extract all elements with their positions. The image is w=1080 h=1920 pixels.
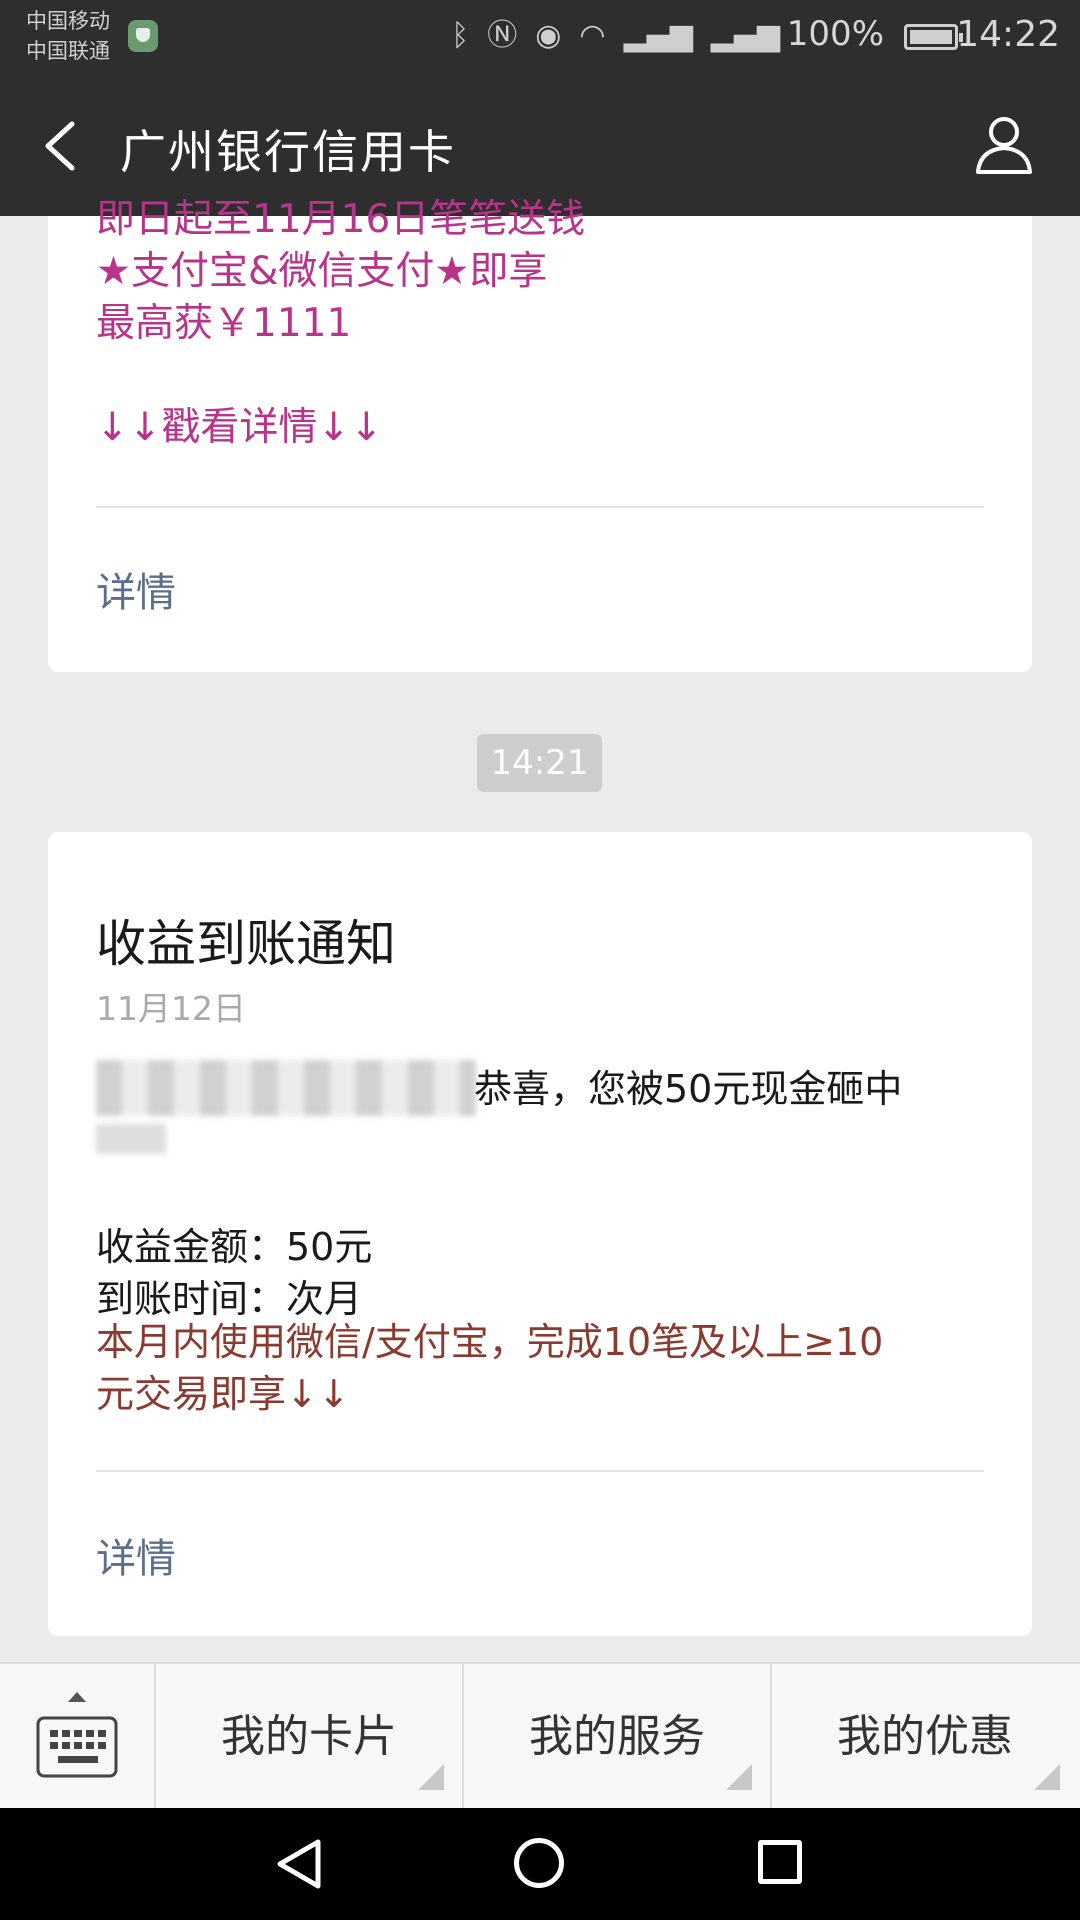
status-bar: 中国移动 中国联通 ᛒ Ⓝ ◉ ◠ ▂▄▆ ▂▄▆ 100% 14:22 (0, 0, 1080, 76)
detail-link[interactable]: 详情 (96, 1526, 176, 1584)
menu-my-cards[interactable]: 我的卡片 (156, 1664, 464, 1810)
income-notification-card[interactable]: 收益到账通知 11月12日 恭喜，您被50元现金砸中 收益金额：50元 到账时间… (48, 832, 1032, 1636)
wifi-icon: ◠ (579, 18, 606, 53)
caret-up-icon (68, 1692, 86, 1702)
arrival-time: 到账时间：次月 (96, 1277, 363, 1321)
system-nav-bar (0, 1808, 1080, 1920)
bluetooth-icon: ᛒ (451, 18, 470, 53)
menu-label: 我的优惠 (837, 1711, 1013, 1762)
notification-date: 11月12日 (96, 989, 246, 1028)
congrats-text: 恭喜，您被50元现金砸中 (474, 1067, 903, 1111)
security-shield-icon (128, 20, 158, 52)
detail-link[interactable]: 详情 (96, 560, 176, 618)
keyboard-icon (36, 1716, 118, 1778)
eye-icon: ◉ (535, 18, 562, 53)
menu-label: 我的卡片 (221, 1711, 397, 1762)
submenu-indicator-icon (418, 1764, 444, 1790)
submenu-indicator-icon (726, 1764, 752, 1790)
signal-2g-icon: ▂▄▆ (623, 18, 693, 53)
submenu-indicator-icon (1034, 1764, 1060, 1790)
promo-line-3: 最高获￥1111 (96, 301, 352, 346)
nav-home-icon[interactable] (514, 1838, 564, 1888)
redacted-name (96, 1060, 476, 1116)
usage-note: 本月内使用微信/支付宝，完成10笔及以上≥10 元交易即享↓↓ (96, 1316, 976, 1420)
promo-line-2: ★支付宝&微信支付★即享 (96, 249, 548, 294)
usage-note-line-1: 本月内使用微信/支付宝，完成10笔及以上≥10 (96, 1320, 884, 1364)
back-arrow-icon[interactable] (34, 116, 94, 176)
promo-line-1: 即日起至11月16日笔笔送钱 (96, 197, 586, 242)
nav-back-icon[interactable] (274, 1838, 324, 1890)
message-timestamp: 14:21 (477, 734, 602, 792)
menu-my-offers[interactable]: 我的优惠 (772, 1664, 1078, 1810)
carrier-info: 中国移动 中国联通 (26, 6, 110, 66)
keyboard-toggle-button[interactable] (0, 1664, 156, 1810)
profile-icon[interactable] (972, 112, 1036, 176)
income-amount: 收益金额：50元 (96, 1225, 373, 1269)
battery-percent: 100% (786, 14, 884, 54)
promo-line-4: ↓↓戳看详情↓↓ (96, 405, 383, 450)
card-divider (96, 506, 984, 508)
page-title: 广州银行信用卡 (120, 125, 456, 179)
nav-recents-icon[interactable] (758, 1840, 802, 1884)
battery-icon (904, 24, 963, 50)
signal-4g-icon: ▂▄▆ (710, 18, 780, 53)
usage-note-line-2: 元交易即享↓↓ (96, 1372, 350, 1416)
status-clock: 14:22 (956, 14, 1060, 55)
nfc-icon: Ⓝ (487, 18, 518, 53)
menu-label: 我的服务 (529, 1711, 705, 1762)
bottom-menu-bar: 我的卡片 我的服务 我的优惠 (0, 1662, 1080, 1810)
menu-my-services[interactable]: 我的服务 (464, 1664, 772, 1810)
carrier-2: 中国联通 (26, 39, 110, 63)
notification-title: 收益到账通知 (96, 915, 396, 973)
promo-message-card[interactable]: 即日起至11月16日笔笔送钱 ★支付宝&微信支付★即享 最高获￥1111 ↓↓戳… (48, 197, 1032, 672)
redacted-name-continued (96, 1124, 166, 1154)
carrier-1: 中国移动 (26, 9, 110, 33)
status-icons: ᛒ Ⓝ ◉ ◠ ▂▄▆ ▂▄▆ (451, 16, 780, 56)
card-divider (96, 1470, 984, 1472)
